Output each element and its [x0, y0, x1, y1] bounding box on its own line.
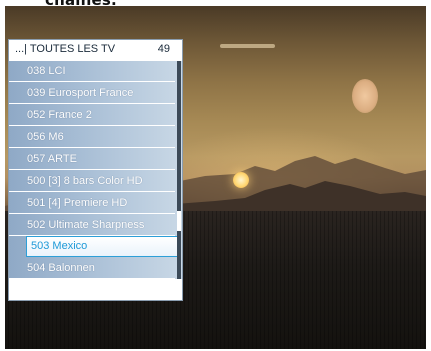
setting-sun: [233, 172, 249, 188]
channel-list-footer: [9, 279, 182, 300]
channel-item[interactable]: 504 Balonnen: [9, 258, 175, 279]
channel-item[interactable]: 501 [4] Premiere HD: [9, 193, 175, 214]
channel-item[interactable]: 057 ARTE: [9, 149, 175, 170]
channel-item[interactable]: 038 LCI: [9, 61, 175, 82]
channel-item[interactable]: 039 Eurosport France: [9, 83, 175, 104]
channel-list-panel: ...| TOUTES LES TV 49 038 LCI 039 Eurosp…: [8, 39, 183, 301]
channel-item-selected[interactable]: 503 Mexico: [26, 236, 178, 257]
channel-list-scrollbar[interactable]: [177, 61, 181, 279]
screenshot-frame: chaînes. ...| TOUTES LES TV 49 038 LCI 0…: [0, 0, 431, 351]
channel-item[interactable]: 502 Ultimate Sharpness: [9, 215, 175, 236]
channel-item[interactable]: 052 France 2: [9, 105, 175, 126]
cloud-streak: [220, 44, 275, 48]
channel-list: 038 LCI 039 Eurosport France 052 France …: [9, 61, 182, 279]
scrollbar-thumb[interactable]: [177, 211, 181, 231]
channel-item[interactable]: 056 M6: [9, 127, 175, 148]
channel-list-title: ...| TOUTES LES TV: [15, 43, 116, 55]
channel-count: 49: [157, 43, 170, 55]
moon-shape: [352, 79, 378, 113]
channel-list-header: ...| TOUTES LES TV 49: [9, 40, 182, 60]
tv-screen: ...| TOUTES LES TV 49 038 LCI 039 Eurosp…: [5, 6, 426, 349]
channel-item[interactable]: 500 [3] 8 bars Color HD: [9, 171, 175, 192]
